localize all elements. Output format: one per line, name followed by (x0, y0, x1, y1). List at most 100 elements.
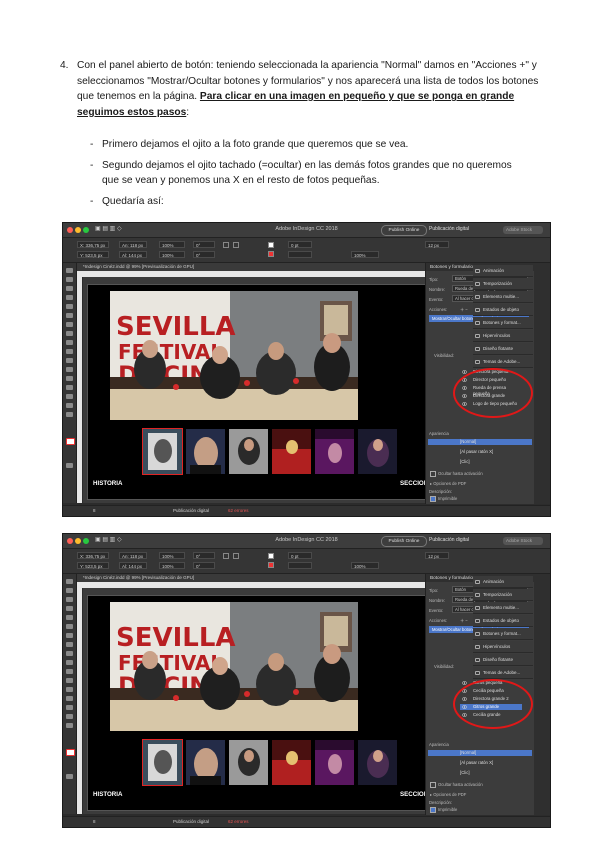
side-panel-item[interactable]: Estados de objeto (473, 304, 533, 316)
selection-tool-icon[interactable] (66, 579, 73, 584)
width-field[interactable]: An: 118 px (119, 241, 147, 248)
direct-selection-tool-icon[interactable] (66, 588, 73, 593)
stroke-style-field[interactable] (288, 251, 312, 258)
stroke-swatch-icon[interactable] (268, 251, 274, 257)
thumbnail-photo[interactable] (358, 429, 397, 474)
scale-x-field[interactable]: 100% (159, 552, 185, 559)
rotate-field[interactable]: 0° (193, 241, 215, 248)
scale-y-field[interactable]: 100% (159, 562, 185, 569)
thumbnail-photo[interactable] (142, 739, 183, 786)
free-transform-tool-icon[interactable] (66, 367, 73, 372)
side-panel-item[interactable]: Botones y format... (473, 628, 533, 640)
side-panel-item[interactable]: Diseño flotante (473, 343, 533, 355)
preflight-profile[interactable]: Publicación digital (173, 819, 209, 824)
x-field[interactable]: X: 336,75 px (77, 552, 109, 559)
appearance-click[interactable]: [Clic] (428, 459, 532, 465)
printable-checkbox[interactable]: Imprimible (430, 496, 457, 502)
corner-field[interactable]: 12 px (425, 552, 449, 559)
page-tool-icon[interactable] (66, 286, 73, 291)
width-field[interactable]: An: 118 px (119, 552, 147, 559)
note-tool-icon[interactable] (66, 696, 73, 701)
workspace-switcher[interactable]: Publicación digital (429, 537, 469, 543)
shear-field[interactable]: 0° (193, 251, 215, 258)
side-panel-item[interactable]: Temporización (473, 278, 533, 290)
thumbnail-photo[interactable] (272, 740, 311, 785)
pdf-options-toggle[interactable]: ▸ Opciones de PDF (430, 481, 466, 486)
publish-online-button[interactable]: Publish Online (381, 225, 427, 236)
page-number[interactable]: 8 (93, 819, 96, 824)
fill-stroke-icon[interactable] (66, 749, 75, 756)
side-panel-item[interactable]: Animación (473, 576, 533, 588)
type-tool-icon[interactable] (66, 304, 73, 309)
gap-tool-icon[interactable] (66, 295, 73, 300)
pencil-tool-icon[interactable] (66, 642, 73, 647)
rectangle-tool-icon[interactable] (66, 349, 73, 354)
height-field[interactable]: Al: 144 px (119, 251, 147, 258)
flip-icon[interactable] (233, 242, 239, 248)
appearance-normal[interactable]: [Normal] (428, 750, 532, 756)
gap-tool-icon[interactable] (66, 606, 73, 611)
opacity-field[interactable]: 100% (351, 562, 379, 569)
side-panel-item[interactable]: Temas de Adobe... (473, 667, 533, 679)
pen-tool-icon[interactable] (66, 322, 73, 327)
type-tool-icon[interactable] (66, 615, 73, 620)
x-field[interactable]: X: 336,75 px (77, 241, 109, 248)
selection-tool-icon[interactable] (66, 268, 73, 273)
preflight-errors[interactable]: 62 errores (228, 819, 249, 824)
pencil-tool-icon[interactable] (66, 331, 73, 336)
stroke-weight-field[interactable]: 0 pt (288, 241, 312, 248)
zoom-tool-icon[interactable] (66, 723, 73, 728)
y-field[interactable]: Y: 523,5 px (77, 562, 109, 569)
large-photo[interactable]: SEVILLA FESTIVAL DE CINE (110, 602, 358, 731)
rotate-field[interactable]: 0° (193, 552, 215, 559)
rectangle-tool-icon[interactable] (66, 660, 73, 665)
thumbnail-photo[interactable] (272, 429, 311, 474)
eyedropper-tool-icon[interactable] (66, 705, 73, 710)
thumbnail-photo[interactable] (229, 429, 268, 474)
document-tab[interactable]: *Indesign Ciné2.indd @ 99% [Previsualiza… (77, 263, 447, 271)
side-panel-item[interactable]: Diseño flotante (473, 654, 533, 666)
hidden-until-triggered-checkbox[interactable]: Ocultar hasta activación (430, 471, 483, 477)
preflight-errors[interactable]: 62 errores (228, 508, 249, 513)
search-input[interactable]: Adobe Stock (503, 537, 543, 545)
scale-x-field[interactable]: 100% (159, 241, 185, 248)
printable-checkbox[interactable]: Imprimible (430, 807, 457, 813)
zoom-tool-icon[interactable] (66, 412, 73, 417)
fill-swatch-icon[interactable] (268, 242, 274, 248)
appearance-rollover[interactable]: [Al pasar ratón X] (428, 760, 532, 766)
corner-field[interactable]: 12 px (425, 241, 449, 248)
page-tool-icon[interactable] (66, 597, 73, 602)
panel-title[interactable]: Botones y formularios (430, 575, 475, 580)
hidden-until-triggered-checkbox[interactable]: Ocultar hasta activación (430, 782, 483, 788)
thumbnail-photo[interactable] (142, 428, 183, 475)
free-transform-tool-icon[interactable] (66, 678, 73, 683)
side-panel-item[interactable]: Hipervínculos (473, 330, 533, 342)
opacity-field[interactable]: 100% (351, 251, 379, 258)
height-field[interactable]: Al: 144 px (119, 562, 147, 569)
stroke-weight-field[interactable]: 0 pt (288, 552, 312, 559)
appearance-normal[interactable]: [Normal] (428, 439, 532, 445)
appearance-rollover[interactable]: [Al pasar ratón X] (428, 449, 532, 455)
line-tool-icon[interactable] (66, 313, 73, 318)
y-field[interactable]: Y: 523,5 px (77, 251, 109, 258)
side-panel-item[interactable]: Hipervínculos (473, 641, 533, 653)
shear-field[interactable]: 0° (193, 562, 215, 569)
side-panel-item[interactable]: Elemento multie... (473, 602, 533, 614)
rectangle-frame-tool-icon[interactable] (66, 651, 73, 656)
direct-selection-tool-icon[interactable] (66, 277, 73, 282)
document-tab[interactable]: *Indesign Ciné2.indd @ 99% [Previsualiza… (77, 574, 447, 582)
side-panel-item[interactable]: Elemento multie... (473, 291, 533, 303)
add-action-button[interactable]: ＋ − (460, 618, 468, 624)
thumbnail-photo[interactable] (315, 740, 354, 785)
rectangle-frame-tool-icon[interactable] (66, 340, 73, 345)
flip-icon[interactable] (233, 553, 239, 559)
add-action-button[interactable]: ＋ − (460, 307, 468, 313)
publish-online-button[interactable]: Publish Online (381, 536, 427, 547)
thumbnail-photo[interactable] (186, 429, 225, 474)
hand-tool-icon[interactable] (66, 714, 73, 719)
side-panel-item[interactable]: Botones y format... (473, 317, 533, 329)
gradient-tool-icon[interactable] (66, 687, 73, 692)
page-number[interactable]: 8 (93, 508, 96, 513)
scissors-tool-icon[interactable] (66, 358, 73, 363)
note-tool-icon[interactable] (66, 385, 73, 390)
